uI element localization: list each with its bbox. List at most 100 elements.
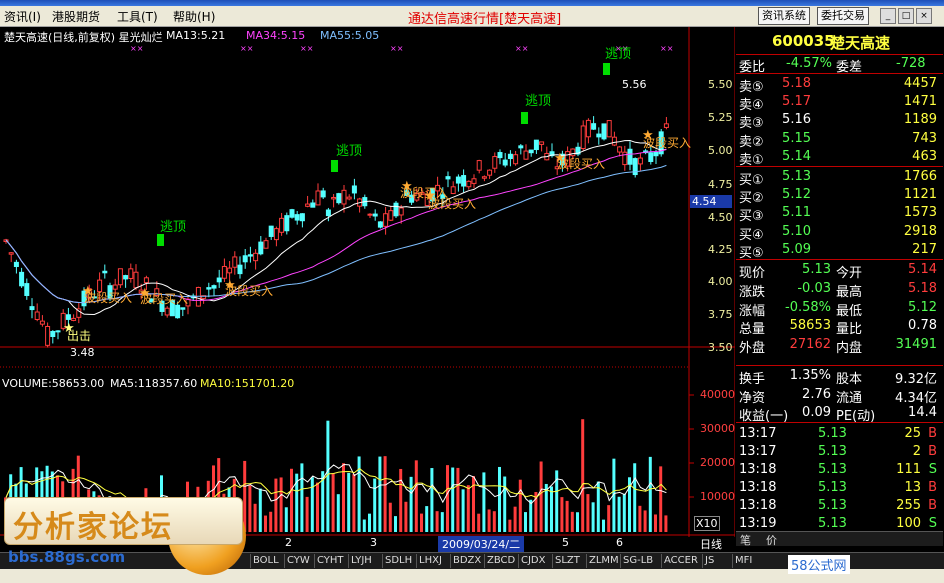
indicator-tab[interactable]: LHXJ [416, 554, 444, 568]
bid-level-label: 买④ [739, 227, 764, 243]
volume-bar [451, 467, 455, 532]
volume-bar [456, 467, 460, 532]
stat-value: 1.35% [789, 368, 831, 383]
indicator-tab[interactable]: CYHT [314, 554, 346, 568]
indicator-tab[interactable]: ACCER [661, 554, 700, 568]
tick-side: S [928, 516, 937, 531]
month-label: 5 [562, 536, 569, 549]
indicator-tab[interactable]: LYJH [348, 554, 374, 568]
candle-body [133, 271, 139, 289]
candle-body [481, 176, 487, 179]
volume-bar [518, 479, 522, 532]
bid-level-label: 买② [739, 191, 764, 207]
candle-body [279, 217, 285, 233]
ask-row: 卖① 5.14 463 [736, 148, 941, 168]
indicator-tab[interactable]: JS [702, 554, 716, 568]
order-ratio-row: 委比 -4.57% 委差 -728 [736, 55, 941, 75]
volume-bar [394, 516, 397, 532]
menu-tools[interactable]: 工具(T) [117, 8, 158, 25]
indicator-tab[interactable]: MFI [732, 554, 754, 568]
stat-row: 现价 5.13 今开 5.14 [736, 261, 941, 281]
tick-volume: 13 [904, 480, 921, 495]
volume-bar [414, 460, 418, 532]
stat-value: 5.14 [908, 262, 937, 277]
bid-price: 5.11 [782, 205, 811, 221]
stat-value: 5.13 [802, 262, 831, 277]
candle-body [305, 203, 311, 207]
candle-body [284, 215, 290, 232]
candle-body [45, 325, 51, 346]
price-tick: 5.25 [708, 111, 733, 124]
tick-volume: 100 [896, 516, 921, 531]
volume-bar [383, 456, 387, 532]
ma34-label: MA34:5.15 [246, 29, 306, 42]
ma55-label: MA55:5.05 [320, 29, 380, 42]
sell-signal-marker [521, 112, 528, 124]
menu-hk-futures[interactable]: 港股期货 [52, 8, 100, 25]
stat-row: 涨幅 -0.58% 最低 5.12 [736, 299, 941, 319]
candle-body [102, 270, 108, 274]
stock-code: 600035 [772, 32, 835, 50]
candle-body [393, 202, 399, 217]
bid-price: 5.10 [782, 223, 811, 239]
info-system-button[interactable]: 资讯系统 [758, 7, 810, 25]
menu-info[interactable]: 资讯(I) [4, 8, 41, 25]
candle-body [24, 283, 30, 296]
indicator-tab[interactable]: CJDX [518, 554, 547, 568]
top-marker-icon: ×× [300, 44, 313, 53]
ask-volume: 463 [912, 148, 937, 164]
watermark-banner: 分析家论坛 [4, 497, 243, 545]
candle-body [336, 193, 342, 204]
bid-row: 买① 5.13 1766 [736, 168, 941, 188]
ask-volume: 1189 [903, 112, 937, 128]
candle-body [466, 180, 472, 188]
candle-body [398, 207, 404, 216]
indicator-tab[interactable]: SG-LB [620, 554, 655, 568]
candle-body [325, 209, 331, 217]
trade-button[interactable]: 委托交易 [817, 7, 869, 25]
volume-bar [622, 493, 626, 532]
candle-body [299, 213, 305, 222]
price-tick: 3.50 [708, 341, 733, 354]
indicator-tab[interactable]: BDZX [450, 554, 483, 568]
candle-body [8, 252, 14, 255]
volume-bar [513, 506, 517, 532]
volume-bar [368, 513, 371, 532]
indicator-tab[interactable]: ZLMM [586, 554, 621, 568]
indicator-tab[interactable]: SDLH [382, 554, 414, 568]
candle-body [247, 254, 253, 257]
stat-value: 5.18 [908, 280, 937, 296]
maximize-icon[interactable]: □ [898, 8, 914, 24]
stat-value: 14.4 [908, 405, 937, 420]
candle-body [445, 176, 451, 180]
candle-body [622, 151, 628, 166]
stat-label: 涨跌 [739, 284, 766, 300]
stat-row: 外盘 27162 内盘 31491 [736, 336, 941, 356]
volume-bar [420, 513, 423, 532]
volume-bar [643, 510, 647, 532]
sell-signal-label: 逃顶 [336, 144, 363, 159]
watermark-site: bbs.88gs.com [8, 548, 126, 566]
minimize-icon[interactable]: _ [880, 8, 896, 24]
indicator-tab[interactable]: SLZT [552, 554, 582, 568]
candle-body [117, 268, 123, 286]
volume-bar [440, 512, 444, 532]
menu-help[interactable]: 帮助(H) [173, 8, 215, 25]
tick-side: S [928, 462, 937, 477]
indicator-tab[interactable]: BOLL [250, 554, 281, 568]
indicator-tab[interactable]: ZBCD [484, 554, 517, 568]
candle-body [653, 152, 659, 157]
bid-volume: 2918 [903, 223, 937, 239]
volume-bar [503, 476, 507, 532]
indicator-tab[interactable]: CYW [284, 554, 312, 568]
bid-row: 买④ 5.10 2918 [736, 223, 941, 243]
close-icon[interactable]: × [916, 8, 932, 24]
stat-row: 净资 2.76 流通 4.34亿 [736, 386, 941, 406]
ticks-tab[interactable]: 笔 [740, 532, 751, 548]
kline-chart-area[interactable]: ★ ★ ★ ★ ★ ★ ★ ★ ×× ×× ×× ×× ×× ×× ×× 楚天高速(日线,前复权) 星光灿烂… [0, 27, 735, 552]
volume-bar [430, 468, 434, 532]
candle-body [523, 150, 529, 160]
price-tab[interactable]: 价 [766, 532, 777, 548]
period-label[interactable]: 日线 [700, 536, 722, 552]
top-marker-icon: ×× [130, 44, 143, 53]
